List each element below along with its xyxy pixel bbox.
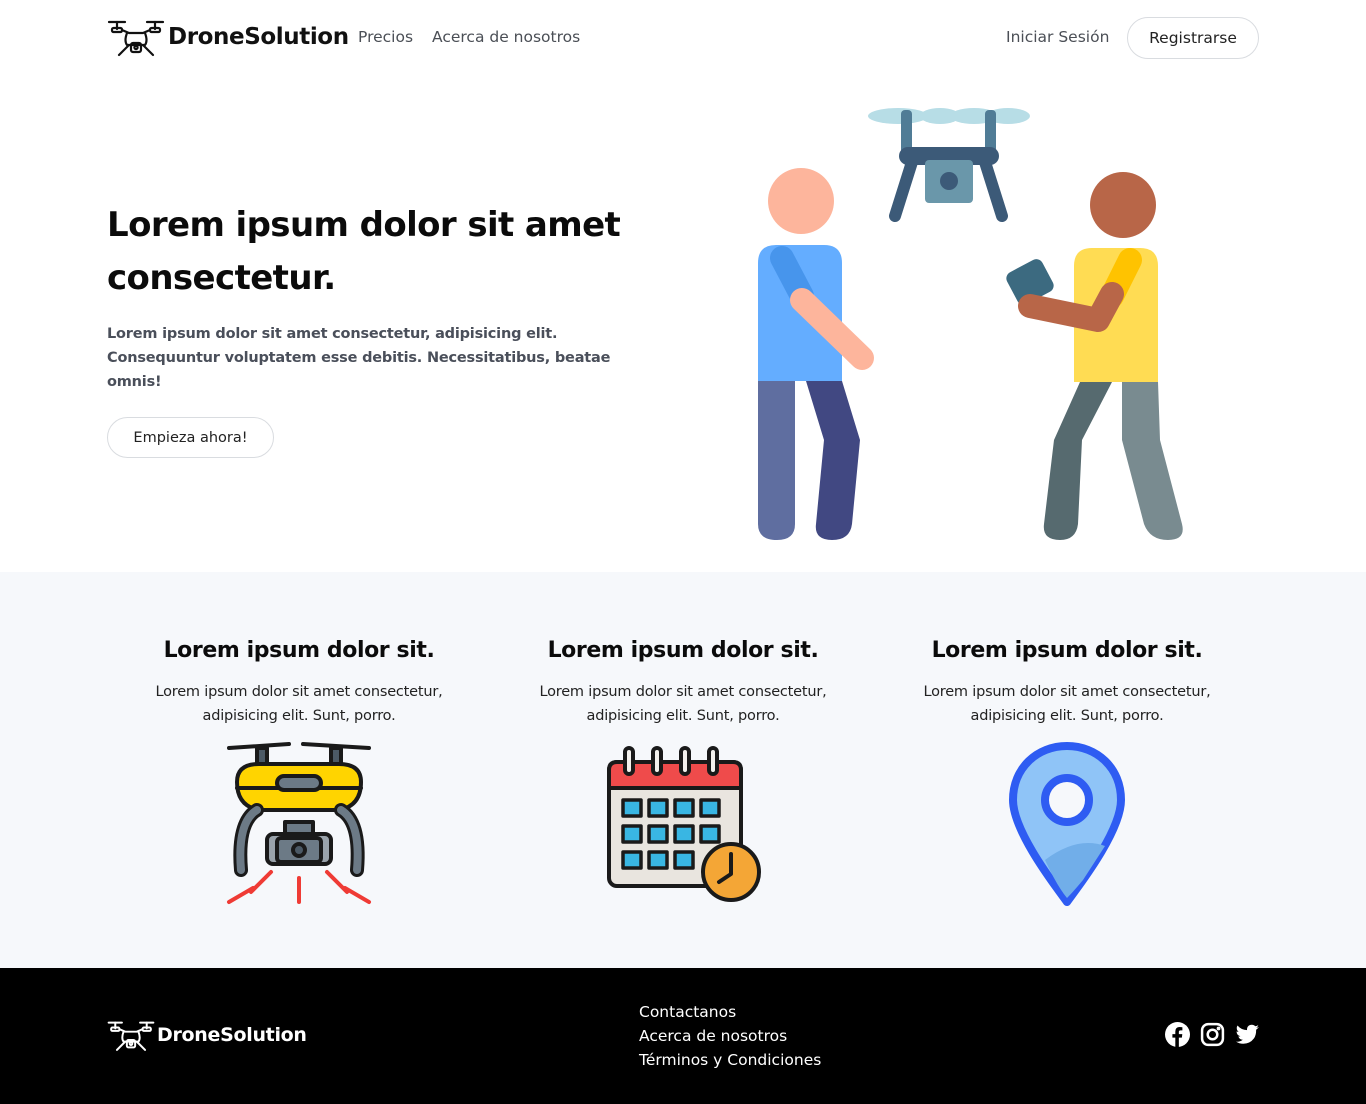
feature-title: Lorem ipsum dolor sit. xyxy=(547,638,819,663)
drone-logo-icon xyxy=(107,20,165,57)
brand-logo-link[interactable]: DroneSolution xyxy=(107,17,349,57)
footer-brand-link[interactable]: DroneSolution xyxy=(107,1018,307,1052)
feature-title: Lorem ipsum dolor sit. xyxy=(163,638,435,663)
nav-link-precios[interactable]: Precios xyxy=(358,28,413,46)
feature-text: Lorem ipsum dolor sit amet consectetur, … xyxy=(155,684,443,724)
login-link[interactable]: Iniciar Sesión xyxy=(1006,28,1109,46)
hero-subtitle: Lorem ipsum dolor sit amet consectetur, … xyxy=(107,326,611,390)
calendar-clock-icon xyxy=(607,746,761,902)
twitter-icon[interactable] xyxy=(1235,1022,1260,1047)
feature-text: Lorem ipsum dolor sit amet consectetur, … xyxy=(539,684,827,724)
people-flying-drone-illustration xyxy=(758,108,1183,540)
footer-link-about-us[interactable]: Acerca de nosotros xyxy=(639,1024,821,1048)
feature-title: Lorem ipsum dolor sit. xyxy=(931,638,1203,663)
drone-camera-icon xyxy=(227,742,371,904)
instagram-icon[interactable] xyxy=(1200,1022,1225,1047)
person-right xyxy=(1006,172,1183,540)
footer-links: Contactanos Acerca de nosotros Términos … xyxy=(639,1000,821,1072)
footer-brand-name: DroneSolution xyxy=(157,1024,307,1046)
footer-link-contact[interactable]: Contactanos xyxy=(639,1000,821,1024)
hero-title: Lorem ipsum dolor sit amet consectetur. xyxy=(107,205,621,298)
nav-link-about-us[interactable]: Acerca de nosotros xyxy=(432,28,580,46)
site-footer: DroneSolution Contactanos Acerca de noso… xyxy=(0,968,1366,1104)
footer-link-terms[interactable]: Términos y Condiciones xyxy=(639,1048,821,1072)
get-started-button[interactable]: Empieza ahora! xyxy=(107,417,274,458)
drone-logo-icon xyxy=(107,1021,155,1051)
location-pin-icon xyxy=(1009,742,1125,906)
brand-name: DroneSolution xyxy=(168,24,349,50)
register-button[interactable]: Registrarse xyxy=(1127,17,1259,59)
feature-text: Lorem ipsum dolor sit amet consectetur, … xyxy=(923,684,1211,724)
person-left xyxy=(758,168,874,540)
social-links xyxy=(1165,1022,1260,1047)
top-navbar: DroneSolution Precios Acerca de nosotros… xyxy=(0,0,1366,76)
facebook-icon[interactable] xyxy=(1165,1022,1190,1047)
features-section: Lorem ipsum dolor sit. Lorem ipsum dolor… xyxy=(0,572,1366,968)
hero-drone-icon xyxy=(868,108,1030,222)
